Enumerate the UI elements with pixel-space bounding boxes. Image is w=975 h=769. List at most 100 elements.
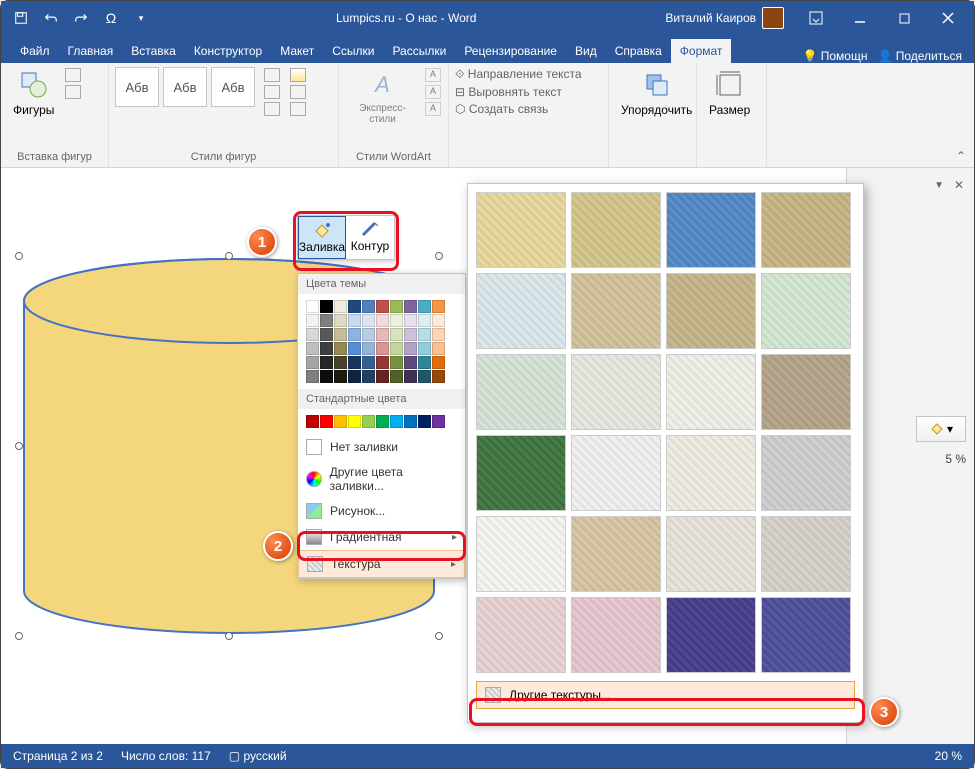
theme-color[interactable] [362, 328, 375, 341]
theme-color[interactable] [390, 370, 403, 383]
theme-color[interactable] [306, 370, 319, 383]
zoom-level[interactable]: 20 % [935, 749, 962, 763]
shape-style-2[interactable]: Абв [163, 67, 207, 107]
shape-effects-button[interactable] [290, 102, 306, 116]
theme-color[interactable] [362, 300, 375, 313]
texture-swatch[interactable] [761, 516, 851, 592]
theme-color[interactable] [418, 356, 431, 369]
shape-fill-button[interactable] [290, 68, 306, 82]
standard-color[interactable] [432, 415, 445, 428]
theme-color[interactable] [320, 328, 333, 341]
theme-color[interactable] [390, 328, 403, 341]
omega-icon[interactable]: Ω [97, 4, 125, 32]
texture-swatch[interactable] [666, 516, 756, 592]
theme-color[interactable] [362, 370, 375, 383]
text-box-button[interactable] [65, 85, 81, 99]
tab-рассылки[interactable]: Рассылки [383, 39, 455, 63]
gradient-fill-item[interactable]: Градиентная▸ [298, 524, 465, 550]
texture-swatch[interactable] [761, 192, 851, 268]
texture-fill-item[interactable]: Текстура▸ [298, 550, 465, 578]
collapse-ribbon-icon[interactable]: ⌃ [956, 149, 966, 163]
text-direction-button[interactable]: ⟐ Направление текста [455, 67, 582, 82]
redo-icon[interactable] [67, 4, 95, 32]
theme-color[interactable] [376, 300, 389, 313]
theme-color[interactable] [390, 356, 403, 369]
tab-файл[interactable]: Файл [11, 39, 59, 63]
texture-swatch[interactable] [571, 354, 661, 430]
texture-swatch[interactable] [476, 516, 566, 592]
texture-swatch[interactable] [666, 273, 756, 349]
standard-color[interactable] [376, 415, 389, 428]
theme-color[interactable] [404, 356, 417, 369]
texture-swatch[interactable] [571, 597, 661, 673]
tab-формат[interactable]: Формат [671, 39, 732, 63]
theme-color[interactable] [432, 314, 445, 327]
theme-color[interactable] [404, 314, 417, 327]
texture-swatch[interactable] [571, 273, 661, 349]
minimize-icon[interactable] [840, 3, 880, 33]
texture-swatch[interactable] [571, 192, 661, 268]
theme-color[interactable] [348, 328, 361, 341]
texture-swatch[interactable] [666, 354, 756, 430]
tab-макет[interactable]: Макет [271, 39, 323, 63]
theme-color[interactable] [432, 356, 445, 369]
standard-color[interactable] [348, 415, 361, 428]
theme-color[interactable] [306, 300, 319, 313]
texture-swatch[interactable] [571, 516, 661, 592]
theme-color[interactable] [390, 314, 403, 327]
theme-color[interactable] [362, 342, 375, 355]
theme-color[interactable] [418, 314, 431, 327]
tab-рецензирование[interactable]: Рецензирование [455, 39, 566, 63]
pane-options-icon[interactable]: ▼ [934, 180, 944, 191]
align-text-button[interactable]: ⊟ Выровнять текст [455, 85, 562, 99]
theme-color[interactable] [306, 342, 319, 355]
theme-color[interactable] [320, 356, 333, 369]
texture-swatch[interactable] [476, 354, 566, 430]
theme-color[interactable] [320, 300, 333, 313]
tab-главная[interactable]: Главная [59, 39, 123, 63]
language-status[interactable]: ▢ русский [229, 749, 287, 763]
tell-me[interactable]: 💡 Помощн [802, 49, 867, 63]
mini-fill-button[interactable]: Заливка [298, 216, 346, 259]
theme-color[interactable] [418, 342, 431, 355]
theme-color[interactable] [334, 342, 347, 355]
theme-color[interactable] [404, 370, 417, 383]
shape-style-3[interactable]: Абв [211, 67, 255, 107]
more-colors-item[interactable]: Другие цвета заливки... [298, 460, 465, 498]
theme-color[interactable] [404, 342, 417, 355]
theme-color[interactable] [404, 300, 417, 313]
texture-swatch[interactable] [666, 435, 756, 511]
texture-swatch[interactable] [476, 273, 566, 349]
theme-color[interactable] [348, 314, 361, 327]
create-link-button[interactable]: ⬡ Создать связь [455, 102, 548, 116]
shape-style-1[interactable]: Абв [115, 67, 159, 107]
text-effects-button[interactable]: A [425, 102, 441, 116]
share-button[interactable]: 👤 Поделиться [877, 49, 962, 63]
texture-swatch[interactable] [476, 435, 566, 511]
texture-swatch[interactable] [571, 435, 661, 511]
theme-color[interactable] [334, 370, 347, 383]
qat-dropdown-icon[interactable]: ▾ [127, 4, 155, 32]
tab-вставка[interactable]: Вставка [122, 39, 185, 63]
theme-color[interactable] [432, 342, 445, 355]
more-textures-item[interactable]: Другие текстуры... [476, 681, 855, 709]
tab-вид[interactable]: Вид [566, 39, 606, 63]
theme-color[interactable] [432, 370, 445, 383]
mini-outline-button[interactable]: Контур [346, 216, 394, 259]
arrange-button[interactable]: Упорядочить [615, 67, 698, 119]
theme-color[interactable] [348, 342, 361, 355]
theme-color[interactable] [334, 356, 347, 369]
close-icon[interactable] [928, 3, 968, 33]
style-scroll-up[interactable] [264, 68, 280, 82]
texture-swatch[interactable] [666, 192, 756, 268]
standard-color[interactable] [306, 415, 319, 428]
theme-color[interactable] [362, 356, 375, 369]
theme-color[interactable] [404, 328, 417, 341]
theme-color[interactable] [390, 342, 403, 355]
theme-color[interactable] [432, 300, 445, 313]
standard-color[interactable] [320, 415, 333, 428]
size-button[interactable]: Размер [703, 67, 756, 119]
picture-fill-item[interactable]: Рисунок... [298, 498, 465, 524]
theme-color[interactable] [306, 314, 319, 327]
texture-swatch[interactable] [476, 192, 566, 268]
